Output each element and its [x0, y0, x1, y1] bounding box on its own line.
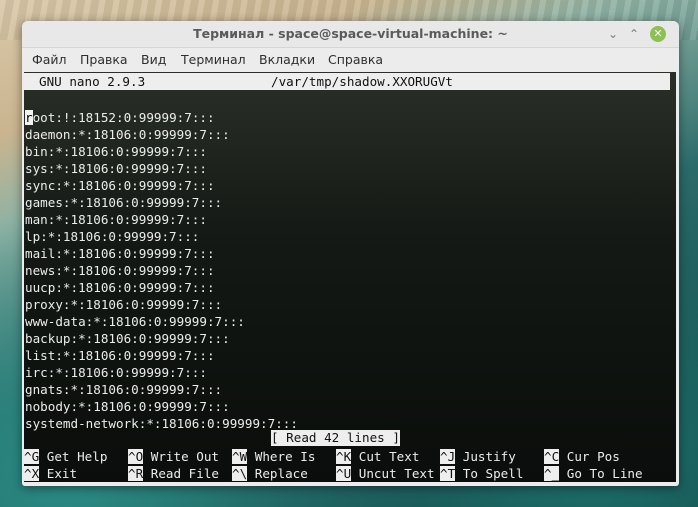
shortcut-item[interactable]: ^X Exit	[24, 465, 77, 482]
file-line: list:*:18106:0:99999:7:::	[25, 348, 215, 363]
shortcut-label: Where Is	[247, 449, 316, 464]
shortcut-label: Go To Line	[559, 466, 643, 481]
shortcut-key: ^_	[544, 466, 560, 481]
close-icon[interactable]: ✕	[650, 26, 666, 42]
file-line: systemd-network:*:18106:0:99999:7:::	[25, 416, 298, 431]
menu-item-edit[interactable]: Правка	[80, 48, 128, 72]
terminal-area[interactable]: GNU nano 2.9.3 /var/tmp/shadow.XXORUGVt …	[24, 72, 676, 482]
file-line: backup:*:18106:0:99999:7:::	[25, 331, 230, 346]
shortcut-item[interactable]: ^C Cur Pos	[544, 448, 620, 465]
shortcut-key: ^R	[128, 466, 144, 481]
terminal-window: Терминал - space@space-virtual-machine: …	[22, 21, 679, 486]
shortcut-label: Exit	[39, 466, 78, 481]
file-line: nobody:*:18106:0:99999:7:::	[25, 399, 230, 414]
shortcut-item[interactable]: ^K Cut Text	[336, 448, 419, 465]
file-line: proxy:*:18106:0:99999:7:::	[25, 297, 223, 312]
window-title: Терминал - space@space-virtual-machine: …	[193, 26, 508, 41]
shortcut-item[interactable]: ^\ Replace	[232, 465, 308, 482]
text-cursor: r	[25, 110, 33, 125]
shortcut-key: ^C	[544, 449, 560, 464]
shortcut-key: ^O	[128, 449, 144, 464]
minimize-icon[interactable]: ⌄	[605, 26, 621, 42]
file-line: news:*:18106:0:99999:7:::	[25, 263, 215, 278]
title-bar[interactable]: Терминал - space@space-virtual-machine: …	[22, 21, 679, 48]
status-message: [ Read 42 lines ]	[271, 430, 400, 446]
shortcut-label: Uncut Text	[351, 466, 435, 481]
nano-version: GNU nano 2.9.3	[39, 74, 146, 89]
file-line: root:!:18152:0:99999:7:::	[25, 109, 298, 126]
file-line: sys:*:18106:0:99999:7:::	[25, 161, 207, 176]
file-content[interactable]: root:!:18152:0:99999:7::: daemon:*:18106:…	[25, 109, 298, 432]
menu-item-terminal[interactable]: Терминал	[181, 48, 246, 72]
shortcut-label: Write Out	[143, 449, 219, 464]
menu-bar: Файл Правка Вид Терминал Вкладки Справка	[22, 48, 679, 72]
file-line: mail:*:18106:0:99999:7:::	[25, 246, 215, 261]
shortcut-key: ^X	[24, 466, 40, 481]
file-line: daemon:*:18106:0:99999:7:::	[25, 127, 230, 142]
shortcut-item[interactable]: ^T To Spell	[440, 465, 523, 482]
shortcut-item[interactable]: ^R Read File	[128, 465, 219, 482]
nano-header-bar: GNU nano 2.9.3 /var/tmp/shadow.XXORUGVt	[24, 73, 670, 90]
shortcut-key: ^U	[336, 466, 352, 481]
nano-filename: /var/tmp/shadow.XXORUGVt	[271, 74, 453, 89]
shortcut-label: Cur Pos	[559, 449, 620, 464]
maximize-icon[interactable]: ⌃	[626, 26, 642, 42]
shortcut-key: ^W	[232, 449, 248, 464]
file-line: bin:*:18106:0:99999:7:::	[25, 144, 207, 159]
file-line: www-data:*:18106:0:99999:7:::	[25, 314, 245, 329]
shortcut-item[interactable]: ^O Write Out	[128, 448, 219, 465]
shortcut-item[interactable]: ^G Get Help	[24, 448, 107, 465]
shortcut-label: Justify	[455, 449, 516, 464]
shortcut-key: ^T	[440, 466, 456, 481]
shortcut-label: Cut Text	[351, 449, 420, 464]
file-line: games:*:18106:0:99999:7:::	[25, 195, 223, 210]
shortcut-item[interactable]: ^W Where Is	[232, 448, 315, 465]
file-line: lp:*:18106:0:99999:7:::	[25, 229, 200, 244]
shortcut-bar: ^G Get Help ^O Write Out ^W Where Is ^K Cut…	[24, 448, 676, 482]
file-line: man:*:18106:0:99999:7:::	[25, 212, 207, 227]
file-line: irc:*:18106:0:99999:7:::	[25, 365, 207, 380]
shortcut-item[interactable]: ^_ Go To Line	[544, 465, 643, 482]
shortcut-key: ^J	[440, 449, 456, 464]
shortcut-label: Get Help	[39, 449, 108, 464]
menu-item-file[interactable]: Файл	[32, 48, 67, 72]
file-line: uucp:*:18106:0:99999:7:::	[25, 280, 215, 295]
shortcut-item[interactable]: ^J Justify	[440, 448, 516, 465]
menu-item-help[interactable]: Справка	[328, 48, 383, 72]
menu-item-tabs[interactable]: Вкладки	[259, 48, 315, 72]
shortcut-key: ^G	[24, 449, 40, 464]
shortcut-label: Replace	[247, 466, 308, 481]
file-line-rest: oot:!:18152:0:99999:7:::	[32, 110, 215, 125]
menu-item-view[interactable]: Вид	[141, 48, 166, 72]
shortcut-label: To Spell	[455, 466, 524, 481]
file-line: gnats:*:18106:0:99999:7:::	[25, 382, 223, 397]
shortcut-item[interactable]: ^U Uncut Text	[336, 465, 435, 482]
shortcut-key: ^K	[336, 449, 352, 464]
shortcut-key: ^\	[232, 466, 248, 481]
shortcut-label: Read File	[143, 466, 219, 481]
file-line: sync:*:18106:0:99999:7:::	[25, 178, 215, 193]
